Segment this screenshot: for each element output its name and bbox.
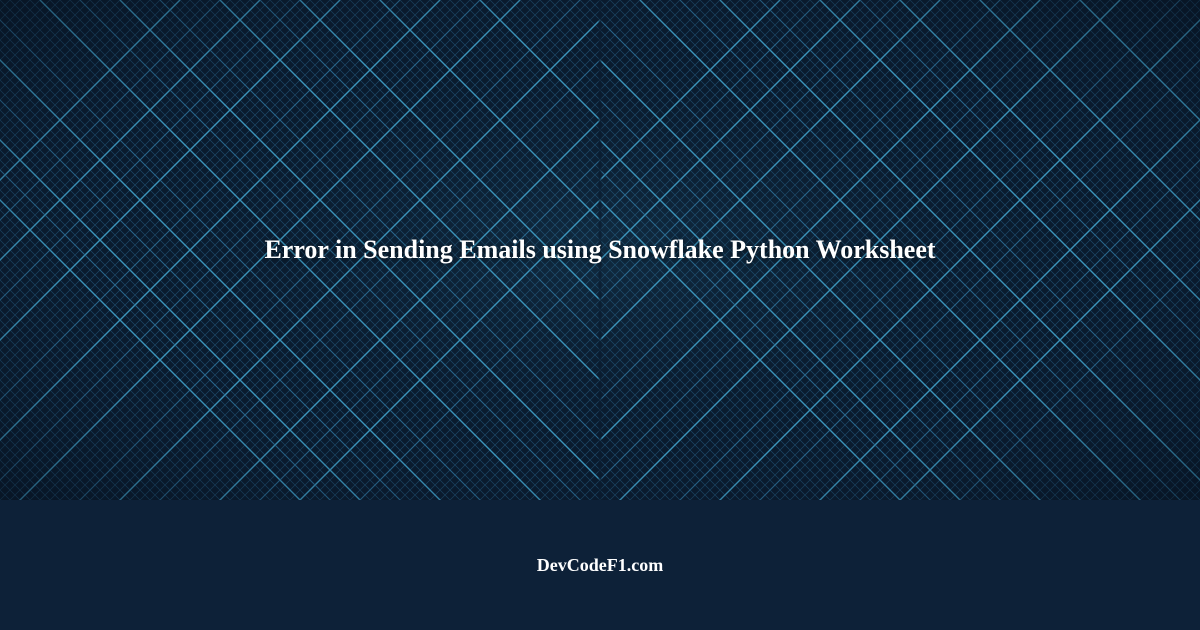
footer-bar: DevCodeF1.com [0,500,1200,630]
page-container: Error in Sending Emails using Snowflake … [0,0,1200,630]
hero-banner: Error in Sending Emails using Snowflake … [0,0,1200,500]
article-title: Error in Sending Emails using Snowflake … [224,235,975,265]
site-name: DevCodeF1.com [537,555,663,576]
